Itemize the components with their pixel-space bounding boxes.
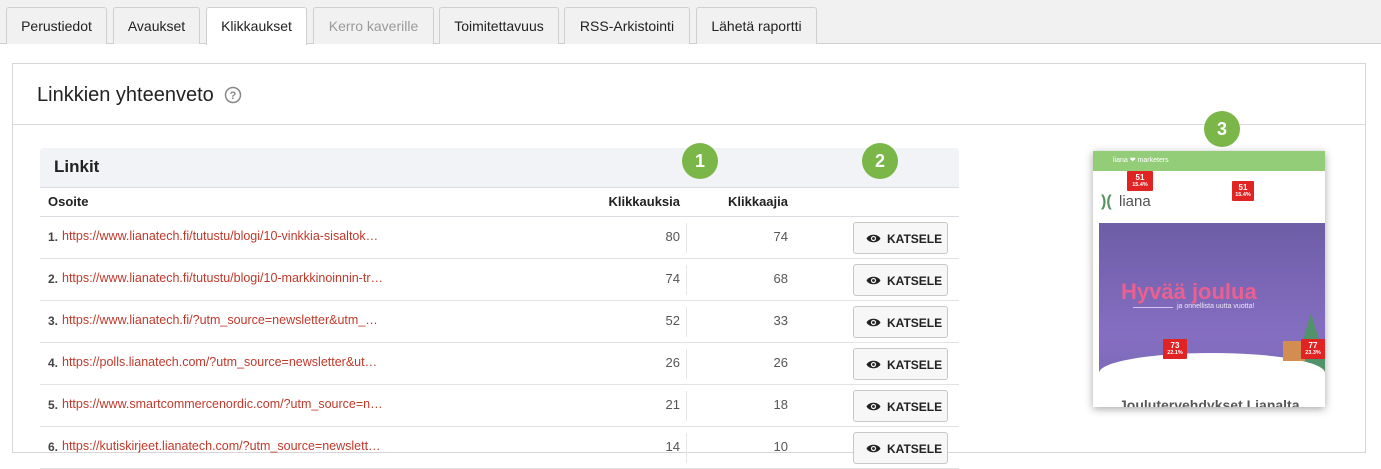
eye-icon xyxy=(866,444,881,453)
table-row: 1. https://www.lianatech.fi/tutustu/blog… xyxy=(40,217,959,259)
view-button[interactable]: KATSELE xyxy=(853,348,948,380)
view-button-label: KATSELE xyxy=(887,232,943,246)
hotspot-count: 51 xyxy=(1135,173,1145,182)
tab-klikkaukset[interactable]: Klikkaukset xyxy=(206,7,307,45)
divider xyxy=(686,265,687,295)
links-table-header: Linkit xyxy=(40,148,959,188)
eye-icon xyxy=(866,234,881,243)
newsletter-preview[interactable]: liana ❤ marketers )( liana Hyvää joulua … xyxy=(1093,151,1325,407)
clicks-count: 74 xyxy=(665,271,680,286)
view-button[interactable]: KATSELE xyxy=(853,264,948,296)
clicks-count: 26 xyxy=(665,355,680,370)
eye-icon xyxy=(866,402,881,411)
badge-1: 1 xyxy=(682,143,718,179)
column-header-address: Osoite xyxy=(48,194,89,209)
click-hotspot[interactable]: 51 15.4% xyxy=(1127,171,1153,191)
hotspot-count: 73 xyxy=(1170,341,1180,350)
badge-3: 3 xyxy=(1204,111,1240,147)
clickers-count: 68 xyxy=(773,271,788,286)
clicks-count: 14 xyxy=(665,439,680,454)
row-number: 1. xyxy=(48,230,59,244)
divider xyxy=(686,307,687,337)
tab-perustiedot[interactable]: Perustiedot xyxy=(6,7,107,44)
click-hotspot[interactable]: 51 15.4% xyxy=(1232,181,1254,201)
table-row: 2. https://www.lianatech.fi/tutustu/blog… xyxy=(40,259,959,301)
tab-avaukset[interactable]: Avaukset xyxy=(113,7,200,44)
view-button[interactable]: KATSELE xyxy=(853,432,948,464)
clickers-count: 26 xyxy=(773,355,788,370)
click-hotspot[interactable]: 77 23.3% xyxy=(1301,339,1325,359)
divider xyxy=(686,223,687,253)
link-url[interactable]: https://www.lianatech.fi/tutustu/blogi/1… xyxy=(62,271,383,285)
tab-kerro-kaverille: Kerro kaverille xyxy=(313,7,434,44)
divider xyxy=(686,391,687,421)
divider xyxy=(686,433,687,463)
tab-rss-arkistointi[interactable]: RSS-Arkistointi xyxy=(564,7,690,44)
table-row: 6. https://kutiskirjeet.lianatech.com/?u… xyxy=(40,427,959,469)
view-button-label: KATSELE xyxy=(887,316,943,330)
panel-title: Linkkien yhteenveto xyxy=(37,84,214,106)
links-table-title: Linkit xyxy=(54,157,100,176)
link-url[interactable]: https://kutiskirjeet.lianatech.com/?utm_… xyxy=(62,439,381,453)
clicks-count: 52 xyxy=(665,313,680,328)
column-header-clickers[interactable]: Klikkaajia xyxy=(708,188,788,216)
view-button-label: KATSELE xyxy=(887,400,943,414)
eye-icon xyxy=(866,276,881,285)
tab-bar: Perustiedot Avaukset Klikkaukset Kerro k… xyxy=(0,0,1381,45)
link-url[interactable]: https://www.smartcommercenordic.com/?utm… xyxy=(62,397,383,411)
row-number: 5. xyxy=(48,398,59,412)
eye-icon xyxy=(866,360,881,369)
link-url[interactable]: https://www.lianatech.fi/?utm_source=new… xyxy=(62,313,378,327)
view-button[interactable]: KATSELE xyxy=(853,222,948,254)
row-number: 4. xyxy=(48,356,59,370)
hotspot-percent: 15.4% xyxy=(1132,182,1148,188)
table-row: 3. https://www.lianatech.fi/?utm_source=… xyxy=(40,301,959,343)
view-button-label: KATSELE xyxy=(887,358,943,372)
row-number: 2. xyxy=(48,272,59,286)
divider xyxy=(686,349,687,379)
clickers-count: 10 xyxy=(773,439,788,454)
badge-2: 2 xyxy=(862,143,898,179)
row-number: 6. xyxy=(48,440,59,454)
click-hotspot[interactable]: 73 22.1% xyxy=(1163,339,1187,359)
view-button[interactable]: KATSELE xyxy=(853,390,948,422)
view-button-label: KATSELE xyxy=(887,442,943,456)
hotspot-percent: 23.3% xyxy=(1305,350,1321,356)
row-number: 3. xyxy=(48,314,59,328)
table-row: 4. https://polls.lianatech.com/?utm_sour… xyxy=(40,343,959,385)
clicks-count: 80 xyxy=(665,229,680,244)
hotspot-count: 77 xyxy=(1308,341,1318,350)
hotspot-count: 51 xyxy=(1238,183,1248,192)
link-url[interactable]: https://polls.lianatech.com/?utm_source=… xyxy=(62,355,377,369)
clickers-count: 33 xyxy=(773,313,788,328)
clicks-count: 21 xyxy=(665,397,680,412)
hotspot-percent: 15.4% xyxy=(1235,192,1251,198)
link-url[interactable]: https://www.lianatech.fi/tutustu/blogi/1… xyxy=(62,229,378,243)
svg-text:?: ? xyxy=(230,90,237,102)
clickers-count: 74 xyxy=(773,229,788,244)
view-button[interactable]: KATSELE xyxy=(853,306,948,338)
panel-header: Linkkien yhteenveto ? xyxy=(13,64,1365,125)
question-circle-icon[interactable]: ? xyxy=(224,86,242,104)
clickers-count: 18 xyxy=(773,397,788,412)
links-table: Linkit Osoite Klikkauksia Klikkaajia 1. … xyxy=(40,148,959,469)
tab-laheta-raportti[interactable]: Lähetä raportti xyxy=(696,7,817,44)
view-button-label: KATSELE xyxy=(887,274,943,288)
hotspot-percent: 22.1% xyxy=(1167,350,1183,356)
table-row: 5. https://www.smartcommercenordic.com/?… xyxy=(40,385,959,427)
eye-icon xyxy=(866,318,881,327)
column-header-clicks[interactable]: Klikkauksia xyxy=(580,188,680,216)
tab-toimitettavuus[interactable]: Toimitettavuus xyxy=(439,7,559,44)
